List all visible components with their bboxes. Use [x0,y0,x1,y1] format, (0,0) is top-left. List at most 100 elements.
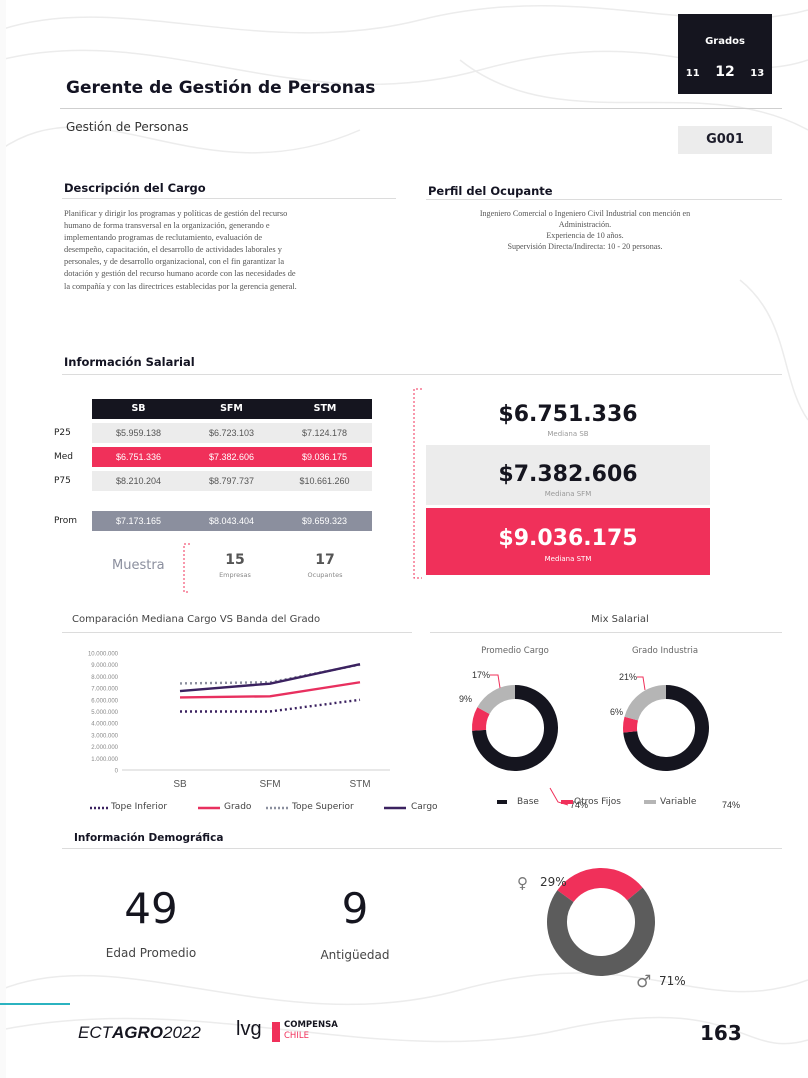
lvg-logo: lvg [236,1018,262,1040]
mix-promedio-label-otros: 9% [459,694,472,704]
perfil-line: Experiencia de 10 años. [546,231,624,240]
legend-cargo-swatch [384,806,406,810]
mediana-sb-value: $6.751.336 [498,402,638,427]
perfil-line: Supervisión Directa/Indirecta: 10 - 20 p… [507,242,663,251]
perfil-heading: Perfil del Ocupante [428,184,553,198]
y-tick-label: 1.000.000 [91,757,118,763]
gender-slice [547,887,655,976]
col-header-stm: STM [278,399,372,419]
mix-grado-label-base: 74% [722,800,740,810]
legend-variable-swatch [644,800,656,804]
x-tick-label: SFM [259,779,280,790]
table-cell: $6.723.103 [208,428,255,438]
perfil-text: Ingeniero Comercial o Ingeniero Civil In… [420,208,750,252]
col-header-sb: SB [92,399,185,419]
table-row: $7.173.165 $8.043.404 $9.659.323 [92,511,372,531]
area-subtitle: Gestión de Personas [66,120,189,134]
y-tick-label: 7.000.000 [91,687,118,693]
brand-year: 2022 [163,1023,201,1042]
row-label-p75: P75 [54,476,71,486]
table-cell: $9.036.175 [301,452,348,462]
y-tick-label: 0 [115,769,119,775]
legend-variable: Variable [660,797,697,807]
table-cell: $10.661.260 [299,476,350,486]
perfil-line: Ingeniero Comercial o Ingeniero Civil In… [479,209,691,218]
table-cell: $8.210.204 [115,476,162,486]
empresas-value: 15 [225,552,245,568]
empresas-label: Empresas [219,571,251,579]
antiguedad-value: 9 [341,884,369,933]
grado-13: 13 [750,68,765,79]
mix-grado-slice [624,685,667,721]
descripcion-divider [62,198,396,199]
descripcion-text: Planificar y dirigir los programas y pol… [64,208,396,293]
mix-promedio-label-variable: 17% [472,670,490,680]
demografica-divider [62,848,782,849]
legend-grado: Grado [224,802,252,812]
table-cell: $8.043.404 [208,516,255,526]
ocupantes-label: Ocupantes [307,571,343,579]
male-icon: ♂ [636,972,652,992]
brand-bold: AGRO [112,1023,163,1042]
perfil-line: Administración. [558,220,612,229]
brand-prefix: ECT [78,1023,112,1042]
legend-base: Base [517,797,539,807]
y-tick-label: 9.000.000 [91,663,118,669]
leader-line [637,676,646,691]
muestra-label: Muestra [112,558,165,573]
grados-box: Grados 11 12 13 [678,14,772,94]
mix-grado-label-otros: 6% [610,707,623,717]
descripcion-heading: Descripción del Cargo [64,181,206,195]
mediana-sfm-value: $7.382.606 [498,462,638,487]
ectagro-logo: ECTAGRO2022 [78,1023,201,1043]
y-tick-label: 3.000.000 [91,733,118,739]
page-title: Gerente de Gestión de Personas [66,78,376,98]
muestra-bracket [183,543,190,593]
legend-base-swatch [497,800,507,804]
title-divider [60,108,782,109]
gender-slice [557,868,643,903]
grado-12: 12 [715,64,735,80]
legend-grado-swatch [198,806,220,810]
descripcion-line: humano de forma transversal en la organi… [64,221,270,231]
mix-promedio-title: Promedio Cargo [481,646,549,656]
chile-logo: CHILE [284,1031,309,1041]
mix-title: Mix Salarial [591,614,649,625]
row-label-prom: Prom [54,516,78,526]
x-tick-label: SB [173,779,187,790]
table-cell: $9.659.323 [301,516,348,526]
page-number: 163 [700,1021,742,1045]
table-cell: $7.382.606 [208,452,255,462]
perfil-divider [426,199,782,200]
compensa-logo-mark [272,1022,280,1042]
descripcion-line: la compañía y con las directrices establ… [64,281,297,291]
salarial-divider [62,374,782,375]
table-cell: $8.797.737 [208,476,255,486]
leader-line [490,674,501,689]
mediana-sfm-caption: Mediana SFM [544,490,592,498]
mix-promedio-slice [477,685,516,715]
legend-tope-superior-swatch [266,806,288,810]
x-tick-label: STM [349,779,370,790]
mix-donuts: 74%9%17%74%6%21% [459,670,740,810]
female-icon: ♀ [517,874,528,892]
ocupantes-value: 17 [315,552,335,568]
series-line-tope-superior [179,663,361,685]
line-chart-title: Comparación Mediana Cargo VS Banda del G… [72,614,321,625]
y-tick-label: 5.000.000 [91,710,118,716]
mediana-stm-caption: Mediana STM [544,555,592,563]
y-tick-label: 8.000.000 [91,675,118,681]
grado-11: 11 [685,68,700,79]
table-row: $8.210.204 $8.797.737 $10.661.260 [92,471,372,491]
table-row: $6.751.336 $7.382.606 $9.036.175 [92,447,372,467]
salarial-heading: Información Salarial [64,355,195,369]
mediana-sb-caption: Mediana SB [547,430,589,438]
y-tick-label: 10.000.000 [88,652,119,658]
table-cell: $7.173.165 [115,516,162,526]
legend-cargo: Cargo [411,802,438,812]
row-label-med: Med [54,452,74,462]
line-chart-divider [62,632,412,633]
mix-promedio-slice [472,707,490,731]
col-header-sfm: SFM [185,399,278,419]
y-tick-label: 2.000.000 [91,745,118,751]
